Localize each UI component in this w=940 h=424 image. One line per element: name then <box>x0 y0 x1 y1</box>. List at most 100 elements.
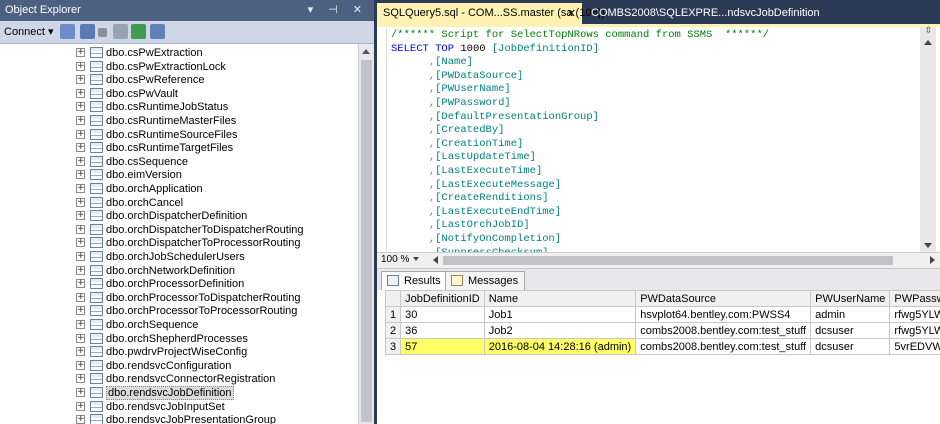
column-header[interactable]: JobDefinitionID <box>400 290 485 307</box>
row-number[interactable]: 1 <box>384 306 402 323</box>
expand-icon[interactable]: + <box>76 224 85 234</box>
collapse-icon[interactable] <box>150 24 165 39</box>
column-header[interactable]: PWPassword <box>889 290 940 307</box>
table-icon <box>90 291 103 303</box>
expand-icon[interactable]: + <box>76 360 85 370</box>
tree-item-label: dbo.csPwVault <box>106 87 178 100</box>
panel-controls[interactable]: ▾ ⊣ ✕ <box>308 3 368 16</box>
expand-icon[interactable]: + <box>76 292 85 302</box>
tab-jobdefinition[interactable]: COMBS2008\SQLEXPRE...ndsvcJobDefinition <box>585 3 826 24</box>
table-row[interactable]: 3 57 2016-08-04 14:28:16 (admin) combs2008.… <box>384 338 940 355</box>
sql-column: [DefaultPresentationGroup] <box>435 110 599 123</box>
expand-icon[interactable]: + <box>76 129 85 139</box>
expand-icon[interactable]: + <box>76 388 85 397</box>
grid-cell[interactable]: 5vrEDVWCrJOZYouI <box>889 338 940 355</box>
expand-icon[interactable]: + <box>76 211 85 221</box>
sql-code[interactable]: /****** Script for SelectTopNRows comman… <box>391 29 769 260</box>
expand-icon[interactable]: + <box>76 252 85 261</box>
grid-cell[interactable]: rfwg5YLWM0PA6Dc <box>889 306 940 323</box>
table-icon <box>90 387 103 398</box>
stop-icon[interactable] <box>98 28 107 37</box>
expand-icon[interactable]: + <box>76 88 85 98</box>
zoom-select[interactable]: 100 % <box>381 254 420 265</box>
grid-cell[interactable]: 30 <box>400 306 485 323</box>
expand-icon[interactable]: + <box>76 374 85 384</box>
scroll-right-arrow-icon[interactable] <box>930 256 935 264</box>
disconnect-icon[interactable] <box>80 24 95 39</box>
expand-icon[interactable]: + <box>76 48 85 57</box>
scroll-left-arrow-icon[interactable] <box>433 256 438 264</box>
row-number[interactable]: 3 <box>384 338 402 355</box>
table-icon <box>90 115 103 126</box>
expand-icon[interactable]: + <box>76 320 85 329</box>
connect-object-explorer-icon[interactable] <box>60 24 75 39</box>
table-row[interactable]: 1 30 Job1 hsvplot64.bentley.com:PWSS4 admin r… <box>384 306 940 323</box>
table-icon <box>90 414 103 424</box>
expand-icon[interactable]: + <box>76 333 85 343</box>
column-header[interactable]: PWDataSource <box>635 290 812 307</box>
grid-cell[interactable]: dcsuser <box>810 338 891 355</box>
query-editor[interactable]: /****** Script for SelectTopNRows comman… <box>377 24 940 259</box>
editor-horizontal-scrollbar[interactable] <box>431 255 935 266</box>
grid-cell[interactable]: 2016-08-04 14:28:16 (admin) <box>483 338 637 355</box>
tree-item-label: dbo.rendsvcJobPresentationGroup <box>106 414 276 424</box>
object-explorer-scrollbar[interactable] <box>358 44 374 424</box>
expand-icon[interactable]: + <box>76 265 85 275</box>
editor-scrollbar[interactable] <box>920 27 936 252</box>
table-icon <box>90 278 103 290</box>
grid-cell[interactable]: dcsuser <box>810 322 891 339</box>
close-icon[interactable]: ✕ <box>567 7 576 20</box>
expand-icon[interactable]: + <box>76 306 85 316</box>
row-number-header[interactable] <box>384 290 402 307</box>
top-keyword: TOP <box>435 42 455 55</box>
table-icon <box>90 128 103 140</box>
table-row[interactable]: 2 36 Job2 combs2008.bentley.com:test_stuff d… <box>384 322 940 339</box>
column-header[interactable]: PWUserName <box>810 290 891 307</box>
expand-icon[interactable]: + <box>76 279 85 289</box>
scrollbar-thumb[interactable] <box>443 256 893 265</box>
tree-item-label: dbo.rendsvcJobInputSet <box>106 400 225 413</box>
expand-icon[interactable]: + <box>76 184 85 193</box>
expand-icon[interactable]: + <box>76 116 85 125</box>
messages-icon <box>451 275 463 286</box>
expand-icon[interactable]: + <box>76 238 85 248</box>
expand-icon[interactable]: + <box>76 102 85 112</box>
filter-icon[interactable] <box>113 24 128 39</box>
expand-icon[interactable]: + <box>76 415 85 424</box>
tree-item-label: dbo.orchSequence <box>106 319 199 331</box>
expand-icon[interactable]: + <box>76 401 85 411</box>
column-header[interactable]: Name <box>483 290 637 307</box>
scroll-up-arrow-icon[interactable] <box>924 40 932 45</box>
scrollbar-thumb[interactable] <box>361 60 372 422</box>
row-number[interactable]: 2 <box>384 322 402 339</box>
grid-cell[interactable]: rfwg5YLWM0PzF+C3 <box>889 322 940 339</box>
grid-cell[interactable]: Job1 <box>483 306 637 323</box>
grid-cell[interactable]: 36 <box>400 322 485 339</box>
tree-item[interactable]: + dbo.rendsvcJobPresentationGroup <box>0 412 358 424</box>
split-view-icon[interactable]: ⇳ <box>923 27 934 36</box>
expand-icon[interactable]: + <box>76 197 85 207</box>
grid-cell[interactable]: hsvplot64.bentley.com:PWSS4 <box>635 306 812 323</box>
refresh-icon[interactable] <box>131 24 146 39</box>
expand-icon[interactable]: + <box>76 156 85 166</box>
editor-zoom-bar: 100 % <box>377 252 940 268</box>
grid-cell[interactable]: 57 <box>400 338 485 355</box>
expand-icon[interactable]: + <box>76 143 85 153</box>
grid-cell[interactable]: combs2008.bentley.com:test_stuff <box>635 338 812 355</box>
grid-cell[interactable]: combs2008.bentley.com:test_stuff <box>635 322 812 339</box>
connect-button[interactable]: Connect ▾ <box>4 25 54 38</box>
grid-cell[interactable]: Job2 <box>483 322 637 339</box>
tab-messages[interactable]: Messages <box>445 271 526 290</box>
scroll-up-arrow-icon[interactable] <box>362 49 370 54</box>
editor-gutter <box>377 27 387 252</box>
scroll-down-arrow-icon[interactable] <box>924 243 932 248</box>
tab-results[interactable]: Results <box>381 271 448 290</box>
tree-item-label: dbo.orchDispatcherDefinition <box>106 210 248 223</box>
tab-sqlquery5[interactable]: SQLQuery5.sql - COM...SS.master (sa (108… <box>377 3 605 24</box>
expand-icon[interactable]: + <box>76 75 85 85</box>
expand-icon[interactable]: + <box>76 347 85 357</box>
expand-icon[interactable]: + <box>76 170 85 180</box>
expand-icon[interactable]: + <box>76 61 85 71</box>
tree-item-label: dbo.csRuntimeSourceFiles <box>106 128 238 141</box>
grid-cell[interactable]: admin <box>810 306 891 323</box>
